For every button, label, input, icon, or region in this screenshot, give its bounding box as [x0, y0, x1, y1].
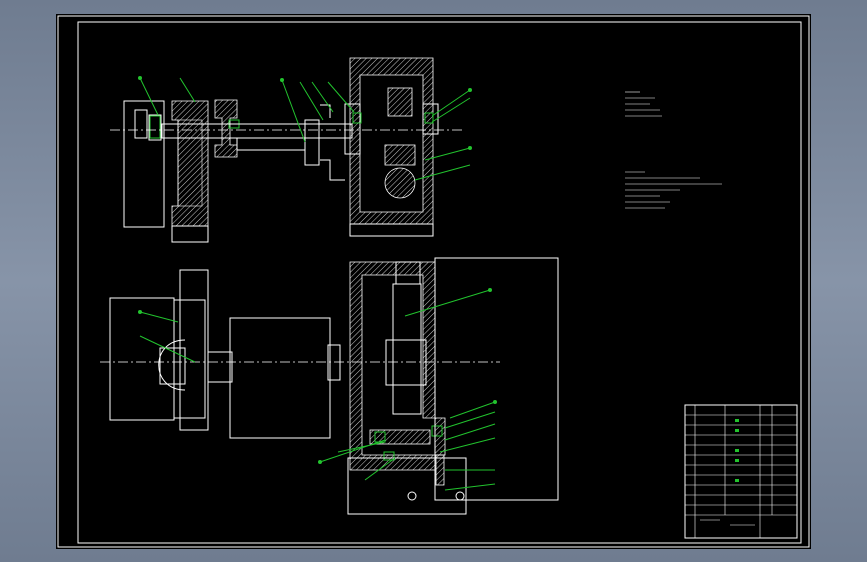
vertical-shaft: [392, 283, 422, 415]
output-shaft: [435, 454, 445, 486]
bolt-left: [407, 491, 417, 501]
leader-bot-2: [139, 335, 196, 363]
bottom-section-view: [100, 257, 559, 515]
leader-dot-5: [138, 310, 142, 314]
fan-frame: [179, 269, 209, 431]
leader-bot-9: [444, 483, 496, 491]
gearbox-base: [349, 223, 434, 237]
leader-dot-4: [468, 146, 472, 150]
motor-block-left: [123, 100, 165, 228]
leader-dot-8: [318, 460, 322, 464]
motor-flange-bottom: [207, 351, 233, 383]
worm-gear-top: [387, 87, 413, 117]
shaft-coupling: [385, 339, 427, 386]
title-block: [684, 404, 798, 539]
cad-drawing-canvas[interactable]: [56, 14, 811, 549]
title-highlight-5: [735, 479, 739, 482]
leader-top-4: [299, 81, 324, 121]
title-highlight-1: [735, 419, 739, 422]
leader-top-3: [281, 79, 306, 143]
leader-bot-7: [439, 437, 496, 453]
leader-bot-3: [404, 289, 491, 317]
right-panel-outline: [434, 257, 559, 501]
title-highlight-4: [735, 459, 739, 462]
leader-dot-6: [488, 288, 492, 292]
coupling-left: [148, 114, 162, 141]
notes-block-2: [625, 171, 722, 209]
leader-bot-1: [139, 311, 179, 323]
leader-bot-4: [449, 401, 496, 419]
worm-gear-mid: [384, 144, 416, 166]
technical-notes: [625, 91, 722, 209]
title-highlight-3: [735, 449, 739, 452]
leader-dot-1: [138, 76, 142, 80]
leader-dot-3: [468, 88, 472, 92]
leader-dot-7: [493, 400, 497, 404]
fan-hub: [159, 347, 186, 385]
leader-dot-2: [280, 78, 284, 82]
notes-block-1: [625, 91, 662, 117]
leader-top-1: [139, 77, 159, 116]
worm-wheel: [384, 167, 416, 199]
motor-housing-bottom: [109, 297, 175, 421]
shaft-sleeve: [236, 138, 306, 151]
leader-bot-6: [444, 423, 496, 441]
top-section-view: [110, 57, 465, 243]
coupling-highlight: [149, 115, 161, 139]
leader-top-7: [431, 89, 471, 117]
gearbox-housing: [349, 57, 434, 225]
title-highlight-2: [735, 429, 739, 432]
shaft-collar: [320, 104, 345, 181]
leader-bot-5: [444, 411, 496, 429]
motor-body: [229, 317, 331, 439]
housing-foot-left: [171, 225, 209, 243]
coupling-mid: [304, 119, 320, 166]
leader-top-2: [179, 77, 196, 103]
bolt-right: [455, 491, 465, 501]
cad-drawing: [57, 15, 810, 548]
motor-flange: [134, 109, 148, 139]
